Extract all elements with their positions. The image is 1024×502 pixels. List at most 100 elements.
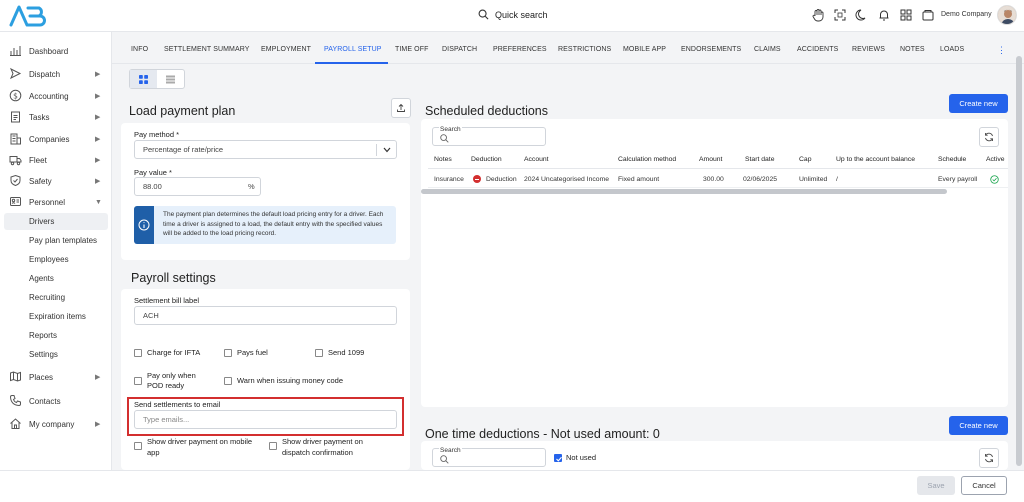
send-1099-checkbox[interactable] [315, 349, 323, 357]
chevron-right-icon: ▶ [95, 374, 101, 381]
sidebar-item-accounting[interactable]: $ Accounting ▶ [0, 86, 112, 106]
th-account: Account [524, 156, 549, 163]
sidebar-sub-drivers[interactable]: Drivers [4, 213, 108, 230]
pays-fuel-label: Pays fuel [237, 348, 268, 357]
scheduled-search-input[interactable]: Search [432, 126, 546, 146]
sidebar-sub-reports[interactable]: Reports [4, 327, 108, 344]
pay-value-input[interactable]: 88.00 % [134, 177, 261, 196]
tab-endorsements[interactable]: ENDORSEMENTS [681, 46, 741, 53]
more-tabs-icon[interactable]: ⋮ [997, 45, 1006, 56]
table-horizontal-scrollbar[interactable] [421, 189, 947, 194]
sidebar-sub-recruiting[interactable]: Recruiting [4, 289, 108, 306]
chevron-right-icon: ▶ [95, 136, 101, 143]
pay-method-select[interactable]: Percentage of rate/price [134, 140, 397, 159]
tab-loads[interactable]: LOADS [940, 46, 964, 53]
scheduled-refresh-button[interactable] [979, 127, 999, 147]
send-1099-label: Send 1099 [328, 348, 365, 357]
quick-search-label: Quick search [495, 9, 548, 20]
warn-money-code-checkbox[interactable] [224, 377, 232, 385]
highlight-box [127, 397, 404, 436]
grid-view-button[interactable] [130, 70, 157, 88]
payroll-settings-title: Payroll settings [131, 271, 216, 285]
one-time-search-label: Search [439, 447, 462, 454]
save-button[interactable]: Save [917, 476, 955, 495]
pays-fuel-checkbox[interactable] [224, 349, 232, 357]
list-view-button[interactable] [157, 70, 184, 88]
upload-icon [397, 103, 405, 112]
tab-info[interactable]: INFO [131, 46, 148, 53]
sidebar-item-dispatch[interactable]: Dispatch ▶ [0, 64, 112, 84]
sidebar-item-my-company[interactable]: My company ▶ [0, 414, 112, 434]
sidebar-sub-agents[interactable]: Agents [4, 270, 108, 287]
tab-reviews[interactable]: REVIEWS [852, 46, 885, 53]
tab-dispatch[interactable]: DISPATCH [442, 46, 477, 53]
dispatch-icon [9, 67, 22, 80]
tab-payroll-setup[interactable]: PAYROLL SETUP [324, 46, 382, 53]
hand-icon[interactable] [811, 8, 825, 22]
tab-preferences[interactable]: PREFERENCES [493, 46, 547, 53]
tab-settlement-summary[interactable]: SETTLEMENT SUMMARY [164, 46, 250, 53]
sidebar-sub-employees[interactable]: Employees [4, 251, 108, 268]
id-card-icon [10, 197, 21, 206]
tab-restrictions[interactable]: RESTRICTIONS [558, 46, 611, 53]
pay-only-pod-checkbox[interactable] [134, 377, 142, 385]
sidebar-item-fleet[interactable]: Fleet ▶ [0, 150, 112, 170]
th-up-to-balance: Up to the account balance [836, 156, 915, 163]
row-up-to: / [836, 176, 838, 183]
check-circle-icon [990, 175, 999, 184]
th-active: Active [986, 156, 1005, 163]
sidebar-item-safety[interactable]: Safety ▶ [0, 171, 112, 191]
tab-time-off[interactable]: TIME OFF [395, 46, 428, 53]
show-mobile-checkbox[interactable] [134, 442, 142, 450]
chevron-down-icon [383, 147, 391, 153]
scheduled-deductions-title: Scheduled deductions [425, 104, 549, 118]
sidebar-sub-pay-plan-templates[interactable]: Pay plan templates [4, 232, 108, 249]
sidebar-sub-expiration-items[interactable]: Expiration items [4, 308, 108, 325]
create-one-time-button[interactable]: Create new [949, 416, 1008, 435]
chevron-right-icon: ▶ [95, 71, 101, 78]
one-time-refresh-button[interactable] [979, 448, 999, 468]
company-name[interactable]: Demo Company [941, 11, 992, 18]
sidebar-item-label: My company [29, 419, 75, 429]
sidebar-item-tasks[interactable]: Tasks ▶ [0, 107, 112, 127]
sidebar-item-places[interactable]: Places ▶ [0, 367, 112, 387]
wallet-icon[interactable] [921, 8, 935, 22]
tab-notes[interactable]: NOTES [900, 46, 925, 53]
settlement-bill-input[interactable]: ACH [134, 306, 397, 325]
sidebar-item-companies[interactable]: Companies ▶ [0, 129, 112, 149]
moon-icon[interactable] [855, 8, 869, 22]
sidebar-item-dashboard[interactable]: Dashboard [0, 41, 112, 61]
charge-ifta-label: Charge for IFTA [147, 348, 201, 357]
chevron-right-icon: ▶ [95, 114, 101, 121]
export-button[interactable] [391, 98, 411, 118]
sidebar-item-contacts[interactable]: Contacts [0, 391, 112, 411]
quick-search[interactable]: Quick search [478, 9, 548, 20]
tab-accidents[interactable]: ACCIDENTS [797, 46, 838, 53]
page-scrollbar[interactable] [1016, 44, 1022, 466]
tab-employment[interactable]: EMPLOYMENT [261, 46, 311, 53]
apps-grid-icon[interactable] [899, 8, 913, 22]
row-account: 2024 Uncategorised Income [524, 176, 610, 183]
tab-claims[interactable]: CLAIMS [754, 46, 781, 53]
pay-value-label: Pay value * [134, 168, 172, 177]
app-logo[interactable] [8, 4, 46, 28]
fullscreen-icon[interactable] [833, 8, 847, 22]
list-icon [166, 75, 175, 83]
cancel-button[interactable]: Cancel [961, 476, 1007, 495]
show-dispatch-label-2: dispatch confirmation [282, 448, 353, 457]
user-avatar[interactable] [997, 5, 1017, 25]
row-schedule: Every payroll [938, 176, 978, 183]
sidebar-item-personnel[interactable]: Personnel ▼ [0, 192, 112, 212]
row-calc-method: Fixed amount [618, 176, 660, 183]
map-icon [10, 371, 21, 382]
tab-mobile-app[interactable]: MOBILE APP [623, 46, 666, 53]
bell-icon[interactable] [877, 8, 891, 22]
chevron-right-icon: ▶ [95, 93, 101, 100]
create-scheduled-button[interactable]: Create new [949, 94, 1008, 113]
show-dispatch-checkbox[interactable] [269, 442, 277, 450]
page-scrollbar-thumb[interactable] [1016, 56, 1022, 466]
charge-ifta-checkbox[interactable] [134, 349, 142, 357]
not-used-checkbox[interactable] [554, 454, 562, 462]
sidebar-sub-settings[interactable]: Settings [4, 346, 108, 363]
one-time-search-input[interactable]: Search [432, 447, 546, 467]
